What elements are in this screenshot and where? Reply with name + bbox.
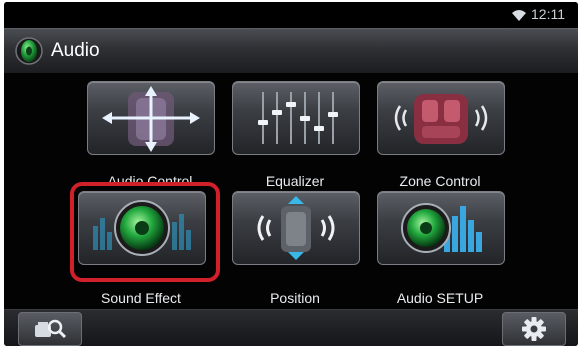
wifi-icon [512,10,526,21]
equalizer-icon [258,92,338,144]
sound-effect-label: Sound Effect [101,290,181,306]
audio-control-icon [102,86,200,152]
source-search-button[interactable] [18,312,82,346]
position-icon [257,196,335,260]
gear-icon [522,317,546,341]
audio-setup-icon [401,203,482,253]
zone-control-button[interactable] [377,81,505,155]
audio-control-button[interactable] [87,81,215,155]
clock: 12:11 [531,6,565,22]
status-bar: 12:11 [4,2,578,28]
speaker-icon [15,37,43,65]
head-unit-screen: 12:11 Audio Audio Control Equalizer Zone… [4,2,578,346]
audio-setup-label: Audio SETUP [396,290,484,306]
equalizer-label: Equalizer [265,173,325,189]
audio-menu: Audio Control Equalizer Zone Control Sou… [4,73,578,309]
bottom-bar [4,309,578,346]
position-button[interactable] [232,191,360,265]
zone-control-label: Zone Control [399,173,481,189]
title-bar: Audio [4,28,578,74]
page-title: Audio [51,40,100,61]
position-label: Position [270,290,320,306]
audio-setup-button[interactable] [377,191,505,265]
zone-control-icon [394,94,488,144]
settings-button[interactable] [502,312,566,346]
source-search-icon [35,319,67,339]
selection-highlight [70,182,220,282]
equalizer-button[interactable] [232,81,360,155]
